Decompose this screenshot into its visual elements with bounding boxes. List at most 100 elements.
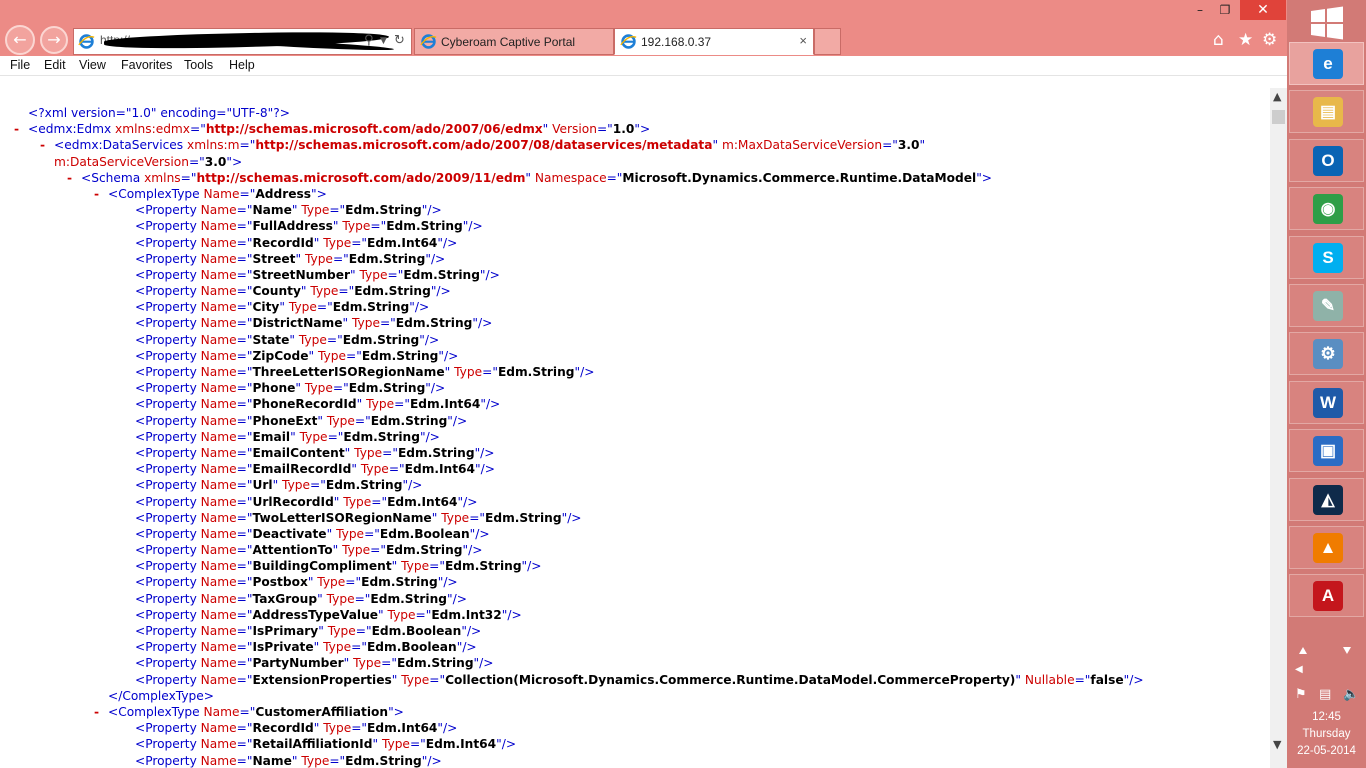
menu-bar: File Edit View Favorites Tools Help	[0, 56, 1287, 76]
property-name: DistrictName	[252, 316, 343, 331]
taskbar-app[interactable]: ▣	[1289, 429, 1364, 473]
ie-page-icon	[620, 34, 637, 49]
minimize-button[interactable]: –	[1188, 0, 1212, 20]
collapse-toggle[interactable]: -	[94, 704, 99, 720]
menu-help[interactable]: Help	[229, 58, 255, 72]
xml-property-line: <Property Name="City" Type="Edm.String"/…	[135, 300, 430, 315]
close-tab-icon[interactable]: ×	[799, 33, 807, 48]
new-tab-button[interactable]	[814, 28, 841, 55]
xml-declaration: <?xml version="1.0" encoding="UTF-8"?>	[28, 106, 290, 120]
taskbar-app[interactable]: ◉	[1289, 187, 1364, 231]
gear-icon[interactable]: ⚙	[1262, 30, 1277, 50]
property-name: AddressTypeValue	[252, 607, 379, 622]
property-name: RecordId	[252, 235, 314, 250]
xml-property-line: <Property Name="Name" Type="Edm.String"/…	[135, 203, 442, 218]
xml-schema-line: - <Schema xmlns="http://schemas.microsof…	[67, 170, 993, 186]
acrobat-icon: A	[1313, 581, 1343, 612]
taskbar-scroll-arrows[interactable]	[1289, 644, 1364, 658]
taskbar-app[interactable]: O	[1289, 138, 1364, 182]
taskbar-app[interactable]: S	[1289, 235, 1364, 279]
xml-property-line: <Property Name="PhoneExt" Type="Edm.Stri…	[135, 413, 468, 428]
show-hidden-icons-icon[interactable]: ◀	[1295, 664, 1303, 675]
property-type: Edm.String	[348, 251, 426, 266]
taskbar-app[interactable]: e	[1289, 42, 1364, 85]
menu-edit[interactable]: Edit	[44, 58, 66, 72]
chevron-down-icon[interactable]: ▼	[380, 36, 387, 46]
menu-tools[interactable]: Tools	[184, 58, 213, 72]
taskbar-app[interactable]: W	[1289, 380, 1364, 424]
network-icon[interactable]: ▤	[1319, 687, 1331, 702]
property-type: Edm.String	[361, 575, 438, 590]
property-name: County	[252, 284, 301, 299]
taskbar-app[interactable]: A	[1289, 574, 1364, 618]
scroll-down-icon[interactable]: ▼	[1273, 738, 1281, 751]
property-type: Edm.String	[370, 591, 447, 606]
property-name: IsPrivate	[252, 640, 314, 655]
collapse-toggle[interactable]: -	[94, 186, 99, 202]
clock-date[interactable]: 22-05-2014	[1287, 745, 1366, 757]
scroll-thumb[interactable]	[1272, 110, 1285, 124]
xml-property-line: <Property Name="Deactivate" Type="Edm.Bo…	[135, 526, 490, 541]
xml-property-line: <Property Name="Email" Type="Edm.String"…	[135, 429, 440, 444]
taskbar-app[interactable]: ⚙	[1289, 332, 1364, 376]
property-type: Edm.String	[342, 332, 420, 347]
file-explorer-icon: ▤	[1313, 97, 1343, 128]
xml-property-line: <Property Name="TwoLetterISORegionName" …	[135, 510, 582, 525]
home-icon[interactable]: ⌂	[1213, 30, 1224, 50]
xml-property-line: <Property Name="PhoneRecordId" Type="Edm…	[135, 397, 501, 412]
xml-property-line: <Property Name="EmailContent" Type="Edm.…	[135, 445, 495, 460]
refresh-icon[interactable]: ↻	[394, 33, 405, 48]
property-name: StreetNumber	[252, 267, 351, 282]
volume-icon[interactable]: 🔈	[1343, 687, 1359, 702]
collapse-toggle[interactable]: -	[14, 121, 19, 137]
property-name: Phone	[252, 381, 296, 396]
collapse-toggle[interactable]: -	[40, 137, 45, 153]
address-bar[interactable]: http:// ⚲ ▼ ↻	[73, 28, 412, 55]
maximize-button[interactable]: ❐	[1212, 0, 1238, 20]
property-name: State	[252, 332, 290, 347]
internet-explorer-icon: e	[1313, 49, 1343, 79]
star-icon[interactable]: ★	[1238, 30, 1253, 50]
tab-active[interactable]: 192.168.0.37 ×	[614, 28, 814, 55]
remote-desktop-icon: ▣	[1313, 436, 1343, 467]
property-name: EmailContent	[252, 445, 345, 460]
menu-view[interactable]: View	[79, 58, 106, 72]
browser-titlebar: ← → http:// ⚲ ▼ ↻ Cyberoam Captive Porta…	[0, 0, 1287, 56]
property-name: EmailRecordId	[252, 462, 352, 477]
xml-property-line: <Property Name="AttentionTo" Type="Edm.S…	[135, 543, 483, 558]
taskbar-app[interactable]: ▲	[1289, 526, 1364, 569]
property-type: Edm.Int64	[425, 737, 497, 752]
windows-logo-icon[interactable]	[1309, 6, 1345, 40]
property-type: Edm.Int64	[367, 721, 438, 736]
xml-property-line: <Property Name="RecordId" Type="Edm.Int6…	[135, 235, 458, 250]
back-arrow-icon[interactable]: ←	[5, 25, 35, 55]
taskbar-app[interactable]: ◭	[1289, 477, 1364, 521]
collapse-toggle[interactable]: -	[67, 170, 72, 186]
property-name: ExtensionProperties	[252, 672, 392, 687]
taskbar-app[interactable]: ✎	[1289, 284, 1364, 327]
property-name: PartyNumber	[252, 656, 344, 671]
taskbar-app[interactable]: ▤	[1289, 90, 1364, 134]
dynamics-icon: ◭	[1313, 484, 1343, 515]
network-error-icon[interactable]: ⚑	[1295, 687, 1307, 702]
close-button[interactable]: ✕	[1240, 0, 1286, 20]
forward-arrow-icon[interactable]: →	[40, 26, 68, 54]
property-type: Edm.Boolean	[379, 526, 470, 541]
property-type: Edm.String	[485, 510, 562, 525]
property-name: AttentionTo	[252, 543, 333, 558]
menu-favorites[interactable]: Favorites	[121, 58, 172, 72]
vertical-scrollbar[interactable]: ▲ ▼	[1270, 88, 1287, 768]
tab-cyberoam[interactable]: Cyberoam Captive Portal	[414, 28, 614, 55]
property-type: Edm.String	[345, 203, 422, 218]
clock-day[interactable]: Thursday	[1287, 728, 1366, 740]
menu-file[interactable]: File	[10, 58, 30, 72]
xml-property-line: <Property Name="UrlRecordId" Type="Edm.I…	[135, 494, 478, 509]
property-name: Street	[252, 251, 296, 266]
scroll-up-icon[interactable]: ▲	[1273, 90, 1281, 103]
xml-property-line: <Property Name="Postbox" Type="Edm.Strin…	[135, 575, 458, 590]
property-type: Edm.Int32	[431, 607, 502, 622]
chrome-icon: ◉	[1313, 194, 1343, 225]
property-name: PhoneRecordId	[252, 397, 357, 412]
search-icon[interactable]: ⚲	[364, 33, 374, 48]
clock-time[interactable]: 12:45	[1287, 711, 1366, 723]
